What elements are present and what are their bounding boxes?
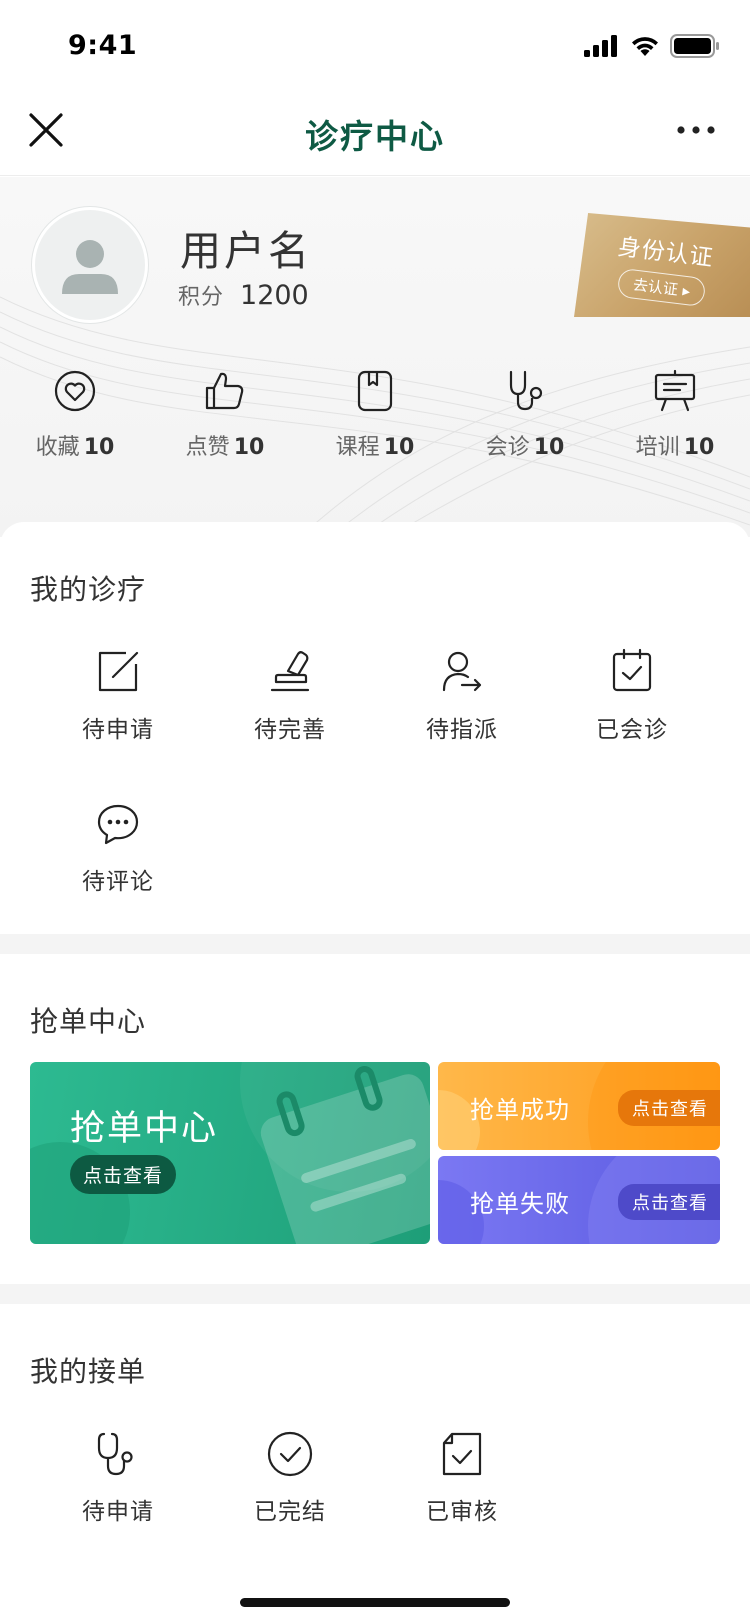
- stat-label: 培训: [635, 435, 680, 460]
- section-divider: [0, 1284, 750, 1304]
- order-item-pending-application[interactable]: 待申请: [32, 1430, 204, 1526]
- home-indicator: [240, 1598, 510, 1607]
- section-divider: [0, 934, 750, 954]
- grid-label: 待完善: [254, 717, 326, 743]
- section-title-my-treatment: 我的诊疗: [30, 573, 147, 606]
- edit-square-icon: [98, 651, 139, 692]
- grab-success-title: 抢单成功: [470, 1096, 570, 1124]
- stat-likes[interactable]: 点赞 10: [150, 369, 300, 461]
- cellular-signal-icon: [584, 35, 617, 57]
- stat-count: 10: [683, 435, 715, 460]
- grid-label: 已完结: [254, 1499, 326, 1525]
- treatment-item-pending-completion[interactable]: 待完善: [204, 648, 376, 744]
- stat-courses[interactable]: 课程 10: [300, 369, 450, 461]
- avatar[interactable]: [32, 207, 148, 323]
- points-label: 积分: [178, 285, 225, 310]
- treatment-item-pending-comment[interactable]: 待评论: [32, 800, 204, 896]
- status-time: 9:41: [68, 30, 138, 61]
- presentation-board-icon: [654, 369, 696, 412]
- book-icon: [357, 370, 393, 412]
- grab-success-card[interactable]: 抢单成功 点击查看: [438, 1062, 720, 1150]
- profile-header: 用户名 积分 1200 身份认证 去认证 ▸ 收藏 10 点赞 10 课程 10…: [0, 177, 750, 537]
- grab-center-card[interactable]: 抢单中心 点击查看: [30, 1062, 430, 1244]
- clipboard-check-icon: [612, 648, 652, 692]
- grid-label: 已会诊: [596, 717, 668, 743]
- section-title-my-orders: 我的接单: [30, 1355, 147, 1388]
- points-value: 1200: [240, 280, 309, 311]
- stat-training[interactable]: 培训 10: [600, 369, 750, 461]
- more-icon[interactable]: [676, 118, 716, 142]
- stat-label: 课程: [335, 435, 380, 460]
- wifi-icon: [632, 37, 658, 56]
- thumbs-up-icon: [205, 372, 244, 410]
- check-circle-icon: [267, 1431, 313, 1477]
- stat-count: 10: [83, 435, 115, 460]
- stat-count: 10: [233, 435, 265, 460]
- grab-fail-card[interactable]: 抢单失败 点击查看: [438, 1156, 720, 1244]
- grab-fail-title: 抢单失败: [470, 1190, 570, 1218]
- stat-label: 会诊: [485, 435, 530, 460]
- grid-label: 待评论: [82, 869, 154, 895]
- status-bar: 9:41: [0, 0, 750, 88]
- stamp-pen-icon: [270, 651, 310, 692]
- grid-label: 待指派: [426, 717, 498, 743]
- stat-count: 10: [533, 435, 565, 460]
- stat-favorites[interactable]: 收藏 10: [0, 369, 150, 461]
- section-title-grab-center: 抢单中心: [30, 1005, 147, 1038]
- treatment-item-consulted[interactable]: 已会诊: [546, 648, 718, 744]
- grid-label: 待申请: [82, 1499, 154, 1525]
- stat-label: 收藏: [35, 435, 80, 460]
- treatment-item-pending-assignment[interactable]: 待指派: [376, 648, 548, 744]
- identity-certification-card[interactable]: 身份认证 去认证 ▸: [574, 213, 750, 317]
- grid-label: 已审核: [426, 1499, 498, 1525]
- battery-icon: [670, 34, 719, 58]
- chat-bubble-icon: [97, 804, 139, 845]
- stat-count: 10: [383, 435, 415, 460]
- stethoscope-icon: [509, 370, 543, 411]
- stat-consultations[interactable]: 会诊 10: [450, 369, 600, 461]
- grid-label: 待申请: [82, 717, 154, 743]
- user-assign-icon: [442, 651, 482, 692]
- grab-center-card-title: 抢单中心: [70, 1109, 219, 1149]
- calendar-deco-icon: [30, 1062, 430, 1244]
- stats-row: 收藏 10 点赞 10 课程 10 会诊 10 培训 10: [0, 369, 750, 461]
- order-item-completed[interactable]: 已完结: [204, 1430, 376, 1526]
- grab-success-view-button[interactable]: 点击查看: [618, 1090, 720, 1126]
- grab-fail-view-button[interactable]: 点击查看: [618, 1184, 720, 1220]
- page-title: 诊疗中心: [305, 117, 445, 156]
- heart-icon: [54, 370, 96, 412]
- grab-center-view-button[interactable]: 点击查看: [70, 1155, 177, 1194]
- stethoscope-icon: [97, 1432, 133, 1476]
- stat-label: 点赞: [185, 435, 230, 460]
- username: 用户名: [180, 227, 312, 275]
- order-item-reviewed[interactable]: 已审核: [376, 1430, 548, 1526]
- points-row: 积分 1200: [178, 279, 309, 311]
- document-check-icon: [442, 1432, 482, 1476]
- treatment-item-pending-application[interactable]: 待申请: [32, 648, 204, 744]
- nav-bar: 诊疗中心: [0, 88, 750, 176]
- status-icons: [584, 34, 720, 58]
